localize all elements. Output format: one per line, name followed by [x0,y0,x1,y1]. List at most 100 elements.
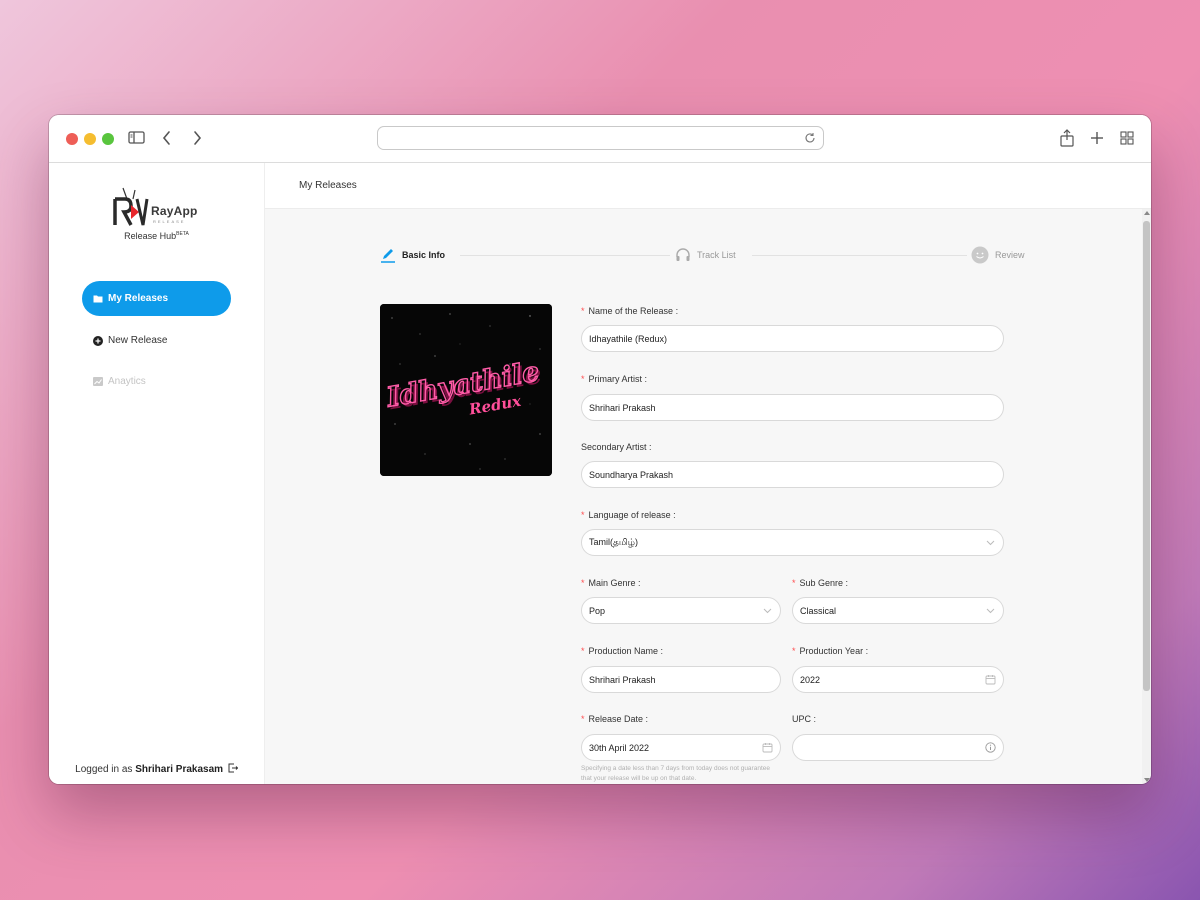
logged-in-prefix: Logged in as [75,764,133,775]
required-marker: * [792,578,796,588]
required-marker: * [581,306,585,316]
tab-overview-icon[interactable] [1117,128,1137,148]
folder-icon [93,295,103,303]
language-label: * Language of release : [581,510,676,520]
sidebar-item-new-release[interactable]: New Release [82,323,231,358]
logged-in-status: Logged in as Shrihari Prakasam [49,763,264,775]
upc-label-text: UPC : [792,714,817,724]
calendar-icon[interactable] [985,674,996,685]
sidebar-item-analytics[interactable]: Anaytics [82,364,231,399]
logged-in-user: Shrihari Prakasam [135,764,224,775]
production-year-value: 2022 [800,674,821,685]
headphones-icon [676,248,690,261]
logo-subtitle: RELEASE [153,219,186,224]
release-date-value: 30th April 2022 [589,742,650,753]
chevron-down-icon [986,540,995,546]
chevron-down-icon [986,608,995,614]
content-scrollbar[interactable] [1142,209,1151,784]
maximize-window-button[interactable] [102,133,114,145]
sidebar-item-label: New Release [108,335,168,346]
secondary-artist-label: Secondary Artist : [581,442,652,452]
sidebar-item-my-releases[interactable]: My Releases [82,281,231,316]
logout-icon[interactable] [228,763,239,773]
pencil-icon [381,249,395,263]
release-name-label-text: Name of the Release : [588,306,679,316]
hub-title: Release HubBETA [49,231,264,241]
share-icon[interactable] [1057,128,1077,148]
step-connector [460,255,670,256]
upc-label: UPC : [792,714,816,724]
info-icon[interactable] [985,742,996,753]
step-label: Basic Info [402,250,446,260]
primary-artist-label: * Primary Artist : [581,374,647,384]
production-name-label-text: Production Name : [588,646,664,656]
minimize-window-button[interactable] [84,133,96,145]
release-name-field[interactable]: Idhayathile (Redux) [581,325,1004,352]
rayapp-logo-icon [113,187,149,226]
required-marker: * [581,578,585,588]
browser-window: RayApp RELEASE Release HubBETA My Releas… [49,115,1151,784]
smile-icon [971,246,989,264]
production-name-label: * Production Name : [581,646,663,656]
secondary-artist-field[interactable]: Soundharya Prakash [581,461,1004,488]
breadcrumb[interactable]: My Releases [299,180,357,191]
upc-field[interactable] [792,734,1004,761]
cover-art-image: Idhyathile Idhyathile Redux [380,304,552,476]
beta-badge: BETA [176,231,189,237]
forward-arrow-icon[interactable] [187,128,207,148]
step-review[interactable]: Review [971,246,1025,264]
main-genre-label-text: Main Genre : [588,578,641,588]
required-marker: * [581,510,585,520]
release-date-hint: Specifying a date less than 7 days from … [581,765,770,782]
chart-icon [93,377,103,386]
required-marker: * [581,374,585,384]
sub-genre-select[interactable]: Classical [792,597,1004,624]
language-select[interactable]: Tamil(தமிழ்) [581,529,1004,556]
primary-artist-label-text: Primary Artist : [588,374,648,384]
required-marker: * [581,714,585,724]
main-content: Basic Info Track List Review Idhyathile … [265,209,1142,784]
sub-genre-label: * Sub Genre : [792,578,848,588]
primary-artist-value: Shrihari Prakash [589,402,656,413]
required-marker: * [792,646,796,656]
step-track-list[interactable]: Track List [675,246,736,264]
step-indicator: Basic Info Track List Review [380,246,1030,264]
reload-icon[interactable] [803,131,817,145]
primary-artist-field[interactable]: Shrihari Prakash [581,394,1004,421]
cover-art[interactable]: Idhyathile Idhyathile Redux [380,304,552,476]
calendar-icon[interactable] [762,742,773,753]
step-label: Review [995,250,1025,260]
logo-wordmark: RayApp [151,204,198,218]
production-year-label: * Production Year : [792,646,868,656]
main-genre-value: Pop [589,605,606,616]
sidebar-item-label: Anaytics [108,376,146,387]
main-genre-label: * Main Genre : [581,578,641,588]
browser-toolbar [49,115,1151,163]
back-arrow-icon[interactable] [157,128,177,148]
release-date-picker[interactable]: 30th April 2022 [581,734,781,761]
close-window-button[interactable] [66,133,78,145]
language-value: Tamil(தமிழ்) [589,536,638,547]
step-label: Track List [697,250,736,260]
address-bar[interactable] [377,126,824,150]
secondary-artist-value: Soundharya Prakash [589,469,674,480]
required-marker: * [581,646,585,656]
release-date-label: * Release Date : [581,714,648,724]
language-label-text: Language of release : [588,510,676,520]
scrollbar-thumb[interactable] [1143,221,1150,691]
step-connector [752,255,967,256]
new-tab-icon[interactable] [1087,128,1107,148]
production-name-value: Shrihari Prakash [589,674,656,685]
production-year-picker[interactable]: 2022 [792,666,1004,693]
secondary-artist-label-text: Secondary Artist : [581,442,652,452]
sidebar-item-label: My Releases [108,293,169,304]
scroll-down-arrow[interactable] [1144,778,1150,782]
release-name-label: * Name of the Release : [581,306,678,316]
release-date-label-text: Release Date : [588,714,649,724]
scroll-up-arrow[interactable] [1144,211,1150,215]
sidebar-toggle-icon[interactable] [127,128,147,148]
production-name-field[interactable]: Shrihari Prakash [581,666,781,693]
step-basic-info[interactable]: Basic Info [380,246,445,264]
sidebar: RayApp RELEASE Release HubBETA My Releas… [49,163,265,784]
main-genre-select[interactable]: Pop [581,597,781,624]
